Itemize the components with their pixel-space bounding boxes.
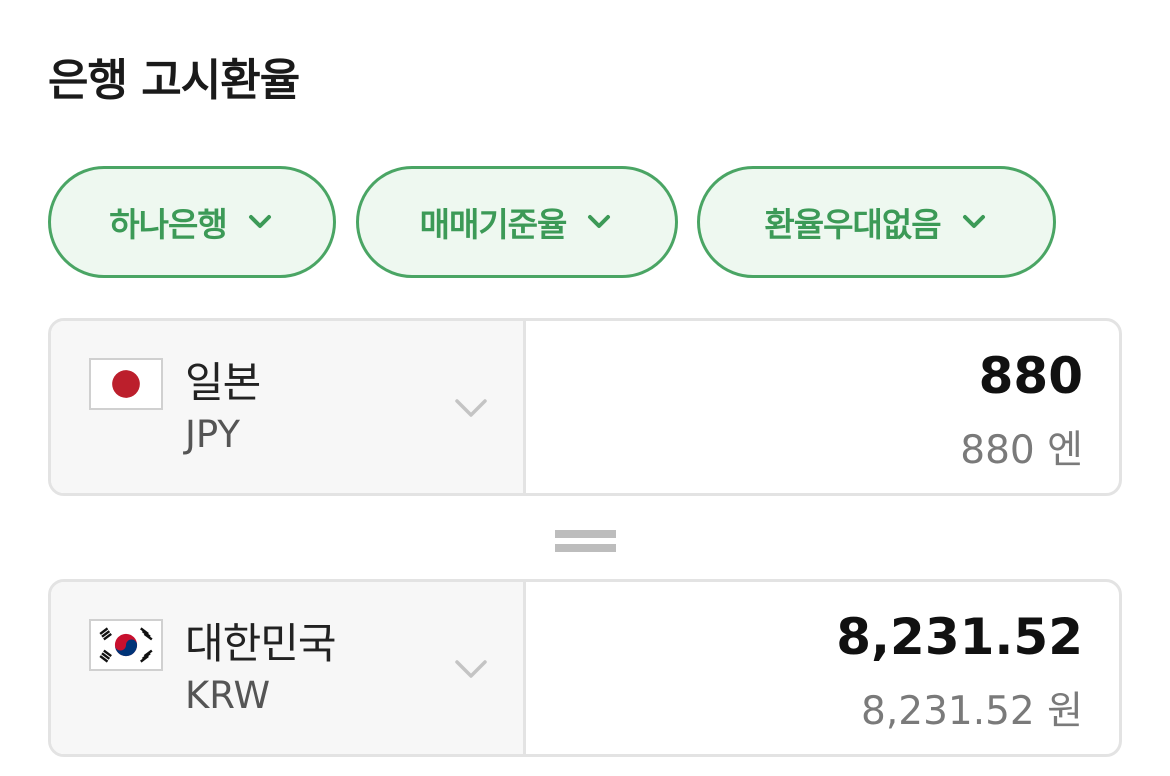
from-country-name: 일본	[185, 358, 261, 407]
to-country-name: 대한민국	[185, 619, 337, 668]
chevron-down-icon	[455, 660, 487, 678]
from-currency-code: JPY	[185, 413, 241, 456]
chevron-down-icon	[248, 215, 271, 228]
bank-filter-chip[interactable]: 하나은행	[48, 166, 336, 278]
chevron-down-icon	[455, 399, 487, 417]
from-amount-input[interactable]: 880 880 엔	[526, 321, 1119, 493]
preferential-rate-filter-chip[interactable]: 환율우대없음	[697, 166, 1056, 278]
to-currency-code: KRW	[185, 674, 271, 717]
preferential-rate-filter-label: 환율우대없음	[764, 205, 941, 244]
chevron-down-icon	[962, 215, 985, 228]
from-amount-text: 880 엔	[960, 428, 1083, 473]
japan-flag-icon	[89, 358, 163, 410]
from-amount-value: 880	[978, 347, 1083, 405]
korea-flag-icon	[89, 619, 163, 671]
from-currency-selector[interactable]: 일본 JPY	[51, 321, 526, 493]
to-amount-input[interactable]: 8,231.52 8,231.52 원	[526, 582, 1119, 754]
to-currency-selector[interactable]: 대한민국 KRW	[51, 582, 526, 754]
from-currency-row: 일본 JPY 880 880 엔	[48, 318, 1122, 496]
rate-type-filter-label: 매매기준율	[419, 205, 568, 244]
rate-type-filter-chip[interactable]: 매매기준율	[356, 166, 678, 278]
bank-filter-label: 하나은행	[109, 205, 227, 244]
chevron-down-icon	[588, 215, 611, 228]
to-currency-row: 대한민국 KRW 8,231.52 8,231.52 원	[48, 579, 1122, 757]
equals-icon	[555, 524, 616, 554]
to-amount-value: 8,231.52	[836, 608, 1083, 666]
to-amount-text: 8,231.52 원	[861, 689, 1083, 734]
page-title: 은행 고시환율	[48, 55, 300, 106]
